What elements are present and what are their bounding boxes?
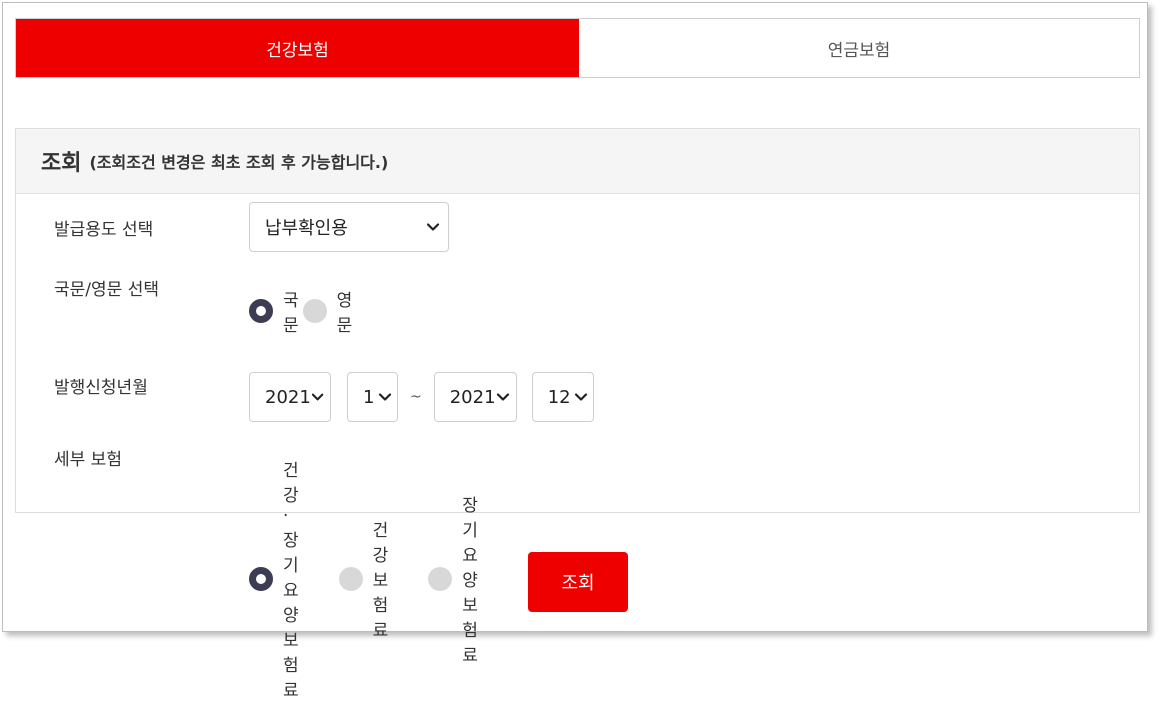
to-year-value: 2021: [449, 386, 496, 408]
purpose-control: 납부확인용: [249, 202, 449, 252]
detail-label: 세부 보험: [54, 450, 122, 470]
radio-unchecked-icon: [302, 299, 327, 323]
radio-health[interactable]: 건강보험료: [338, 516, 389, 641]
purpose-label: 발급용도 선택: [54, 220, 154, 240]
purpose-select-value: 납부확인용: [265, 218, 348, 239]
chevron-down-icon: [378, 393, 392, 401]
radio-health-longterm[interactable]: 건강·장기요양보험료: [249, 456, 299, 701]
radio-unchecked-icon: [428, 566, 453, 591]
radio-health-longterm-label: 건강·장기요양보험료: [283, 461, 299, 701]
chevron-down-icon: [426, 223, 440, 231]
radio-longterm[interactable]: 장기요양보험료: [428, 491, 478, 666]
search-button[interactable]: 조회: [528, 552, 628, 612]
radio-unchecked-icon: [338, 566, 363, 591]
language-label: 국문/영문 선택: [54, 280, 159, 300]
from-month-value: 1: [363, 386, 375, 408]
insurance-tabs: 건강보험 연금보험: [15, 18, 1140, 78]
window-frame: 건강보험 연금보험 조회 (조회조건 변경은 최초 조회 후 가능합니다.) 발…: [2, 2, 1148, 701]
panel-title: 조회: [41, 151, 82, 176]
radio-korean[interactable]: 국문: [249, 286, 299, 336]
panel-header: 조회 (조회조건 변경은 최초 조회 후 가능합니다.): [16, 129, 1139, 194]
tab-pension-insurance[interactable]: 연금보험: [579, 19, 1139, 77]
chevron-down-icon: [574, 393, 587, 401]
radio-english-label: 영문: [336, 291, 353, 336]
search-panel: 조회 (조회조건 변경은 최초 조회 후 가능합니다.) 발급용도 선택 납부확…: [15, 128, 1140, 701]
radio-checked-icon: [249, 566, 273, 591]
radio-longterm-label: 장기요양보험료: [462, 496, 478, 666]
period-label: 발행신청년월: [54, 378, 148, 398]
purpose-select[interactable]: 납부확인용: [249, 202, 449, 252]
period-control: 2021 1 ~ 2021 12: [249, 372, 594, 422]
radio-checked-icon: [249, 299, 273, 323]
detail-radio-group: 건강·장기요양보험료 건강보험료 장기요양보험료: [249, 456, 478, 701]
radio-english[interactable]: 영문: [302, 286, 353, 336]
chevron-down-icon: [496, 393, 509, 401]
to-year-select[interactable]: 2021: [433, 372, 517, 422]
radio-health-label: 건강보험료: [372, 521, 389, 641]
language-radio-group: 국문 영문: [249, 286, 352, 336]
from-year-select[interactable]: 2021: [249, 372, 331, 422]
tab-health-insurance[interactable]: 건강보험: [16, 19, 579, 77]
panel-subtitle: (조회조건 변경은 최초 조회 후 가능합니다.): [89, 153, 389, 172]
from-month-select[interactable]: 1: [347, 372, 398, 422]
from-year-value: 2021: [265, 386, 311, 408]
radio-korean-label: 국문: [283, 291, 299, 336]
chevron-down-icon: [311, 393, 324, 401]
period-separator: ~: [410, 389, 422, 405]
to-month-value: 12: [547, 386, 571, 408]
to-month-select[interactable]: 12: [531, 372, 594, 422]
